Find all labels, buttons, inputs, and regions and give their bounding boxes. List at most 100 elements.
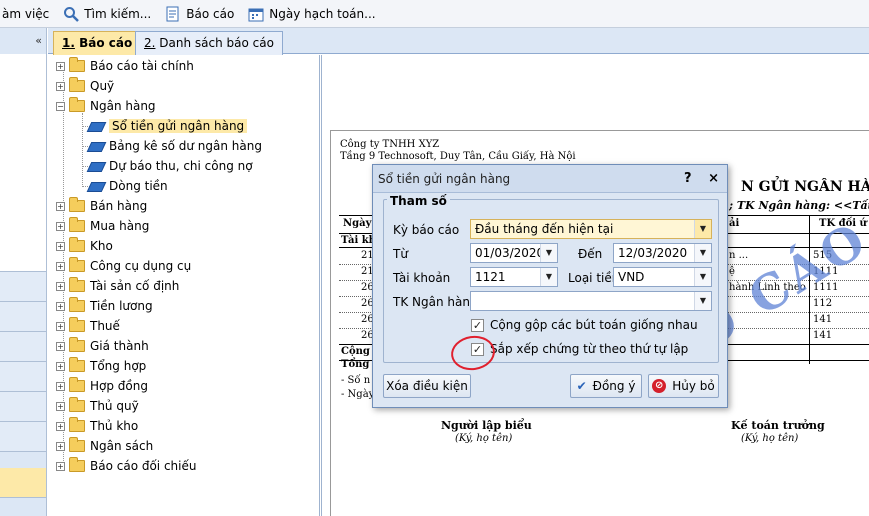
report-period-value: Đầu tháng đến hiện tại	[475, 222, 614, 236]
report-tabstrip: 1. Báo cáo 2. Danh sách báo cáo	[48, 28, 869, 55]
checkmark-icon: ✔	[576, 379, 587, 393]
nav-band[interactable]	[0, 422, 46, 452]
chevron-down-icon[interactable]: ▼	[694, 268, 711, 286]
calendar-icon	[248, 6, 264, 22]
nav-band-selected[interactable]	[0, 468, 46, 498]
search-icon	[63, 6, 80, 22]
expand-icon[interactable]: +	[56, 461, 65, 471]
tree-item-general[interactable]: + Tổng hợp	[56, 357, 146, 375]
sort-vouchers-checkbox[interactable]: ✓ Sắp xếp chứng từ theo thứ tự lập	[471, 342, 688, 356]
dialog-window-buttons: ? ×	[684, 171, 719, 186]
report-book-icon	[88, 120, 104, 132]
bank-account-label: TK Ngân hàng	[393, 295, 478, 309]
folder-icon	[69, 397, 85, 412]
expand-icon[interactable]: +	[56, 241, 65, 251]
currency-select[interactable]: VND ▼	[613, 267, 712, 287]
to-date-picker[interactable]: 12/03/2020 ▼	[613, 243, 712, 263]
tab-report-list-num: 2.	[144, 36, 156, 50]
tree-item-cashier[interactable]: + Thủ quỹ	[56, 397, 139, 415]
workspace-button[interactable]: àm việc	[0, 2, 53, 26]
currency-value: VND	[618, 270, 645, 284]
merge-entries-checkbox[interactable]: ✓ Cộng gộp các bút toán giống nhau	[471, 318, 698, 332]
posting-date-button[interactable]: Ngày hạch toán...	[244, 2, 379, 26]
main-toolbar: àm việc Tìm kiếm... Báo cáo Ngày hạch to…	[0, 0, 869, 28]
folder-icon	[69, 297, 85, 312]
from-date-value: 01/03/2020	[475, 246, 545, 260]
expand-icon[interactable]: +	[56, 361, 65, 371]
report-button[interactable]: Báo cáo	[161, 2, 238, 26]
nav-band[interactable]	[0, 302, 46, 332]
report-period-select[interactable]: Đầu tháng đến hiện tại ▼	[470, 219, 712, 239]
report-period-label: Kỳ báo cáo	[393, 223, 460, 237]
collapse-icon[interactable]: −	[56, 101, 65, 111]
expand-icon[interactable]: +	[56, 421, 65, 431]
expand-icon[interactable]: +	[56, 381, 65, 391]
tree-item-costing[interactable]: + Giá thành	[56, 337, 149, 355]
tree-item-fixed-assets[interactable]: + Tài sản cố định	[56, 277, 179, 295]
tree-item-reconciliation[interactable]: + Báo cáo đối chiếu	[56, 457, 196, 475]
from-date-picker[interactable]: 01/03/2020 ▼	[470, 243, 558, 263]
signer-chief-accountant-note: (Ký, họ tên)	[741, 433, 799, 444]
tree-item-tools[interactable]: + Công cụ dụng cụ	[56, 257, 191, 275]
nav-band[interactable]	[0, 332, 46, 362]
account-select[interactable]: 1121 ▼	[470, 267, 558, 287]
tree-item-forecast[interactable]: Dự báo thu, chi công nợ	[88, 157, 253, 175]
tree-item-bank[interactable]: − Ngân hàng	[56, 97, 156, 115]
chevron-down-icon[interactable]: ▼	[694, 244, 711, 262]
chevron-down-icon[interactable]: ▼	[540, 268, 557, 286]
report-book-icon	[88, 180, 104, 192]
chevron-down-icon[interactable]: ▼	[540, 244, 557, 262]
clear-conditions-label: Xóa điều kiện	[386, 379, 468, 393]
close-icon[interactable]: ×	[708, 171, 719, 186]
collapse-panel-button[interactable]: «	[35, 34, 42, 47]
expand-icon[interactable]: +	[56, 61, 65, 71]
tree-item-budget[interactable]: + Ngân sách	[56, 437, 153, 455]
tree-item-cash-flow[interactable]: Dòng tiền	[88, 177, 168, 195]
expand-icon[interactable]: +	[56, 261, 65, 271]
chevron-down-icon[interactable]: ▼	[694, 292, 711, 310]
bank-account-select[interactable]: ▼	[470, 291, 712, 311]
tab-report-list[interactable]: 2. Danh sách báo cáo	[135, 31, 283, 55]
expand-icon[interactable]: +	[56, 201, 65, 211]
from-date-label: Từ	[393, 247, 408, 261]
expand-icon[interactable]: +	[56, 281, 65, 291]
tree-item-contracts[interactable]: + Hợp đồng	[56, 377, 148, 395]
expand-icon[interactable]: +	[56, 321, 65, 331]
tree-item-bank-balance[interactable]: Bảng kê số dư ngân hàng	[88, 137, 262, 155]
tree-item-storekeeper[interactable]: + Thủ kho	[56, 417, 138, 435]
tree-item-cash[interactable]: + Quỹ	[56, 77, 114, 95]
expand-icon[interactable]: +	[56, 301, 65, 311]
expand-icon[interactable]: +	[56, 341, 65, 351]
tab-reports[interactable]: 1. Báo cáo	[53, 31, 142, 55]
tree-item-tax[interactable]: + Thuế	[56, 317, 120, 335]
folder-icon	[69, 237, 85, 252]
table-cell: 141	[813, 314, 833, 325]
clear-conditions-button[interactable]: Xóa điều kiện	[383, 374, 471, 398]
nav-band[interactable]	[0, 392, 46, 422]
left-navigation-panel: «	[0, 28, 47, 516]
expand-icon[interactable]: +	[56, 401, 65, 411]
nav-band[interactable]	[0, 362, 46, 392]
folder-icon	[69, 377, 85, 392]
help-icon[interactable]: ?	[684, 171, 692, 186]
tree-item-inventory[interactable]: + Kho	[56, 237, 113, 255]
chevron-down-icon[interactable]: ▼	[694, 220, 711, 238]
folder-icon	[69, 357, 85, 372]
tree-item-sales[interactable]: + Bán hàng	[56, 197, 147, 215]
ok-button[interactable]: ✔ Đồng ý	[570, 374, 642, 398]
tree-item-payroll[interactable]: + Tiền lương	[56, 297, 153, 315]
expand-icon[interactable]: +	[56, 81, 65, 91]
expand-icon[interactable]: +	[56, 441, 65, 451]
check-icon[interactable]: ✓	[471, 318, 484, 332]
tree-item-purchasing[interactable]: + Mua hàng	[56, 217, 149, 235]
expand-icon[interactable]: +	[56, 221, 65, 231]
tree-item-financial-reports[interactable]: + Báo cáo tài chính	[56, 57, 194, 75]
book-pages-line: - Số n	[341, 375, 371, 386]
table-cell: ệ	[729, 266, 735, 277]
nav-band[interactable]	[0, 272, 46, 302]
search-button[interactable]: Tìm kiếm...	[59, 2, 155, 26]
folder-icon	[69, 417, 85, 432]
sum-row-label: Cộng	[341, 346, 370, 357]
cancel-button[interactable]: ⊘ Hủy bỏ	[648, 374, 719, 398]
tree-item-bank-deposit-book[interactable]: Sổ tiền gửi ngân hàng	[88, 117, 248, 135]
